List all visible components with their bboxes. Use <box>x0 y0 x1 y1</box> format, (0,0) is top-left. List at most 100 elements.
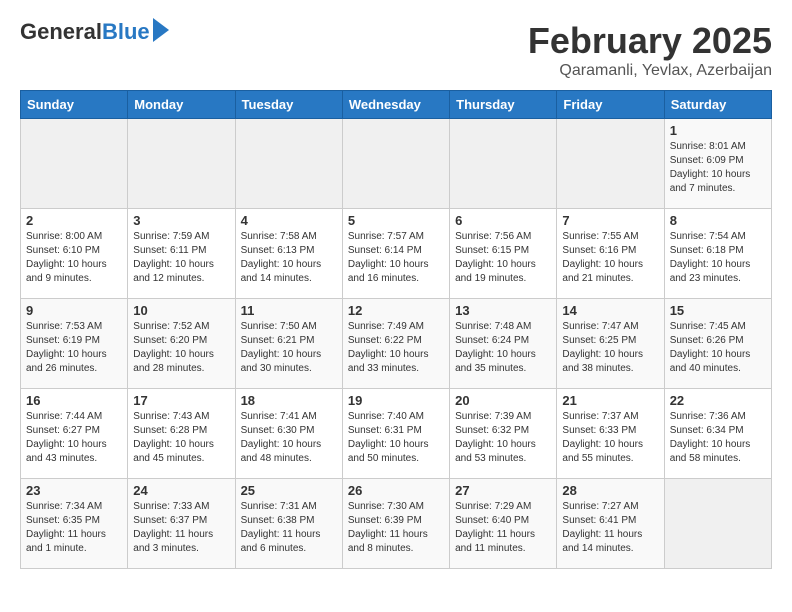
calendar-cell: 5 Sunrise: 7:57 AM Sunset: 6:14 PM Daylig… <box>342 209 449 299</box>
day-number: 14 <box>562 303 658 318</box>
day-info: Sunrise: 7:34 AM Sunset: 6:35 PM Dayligh… <box>26 500 122 556</box>
day-number: 3 <box>133 213 229 228</box>
day-number: 10 <box>133 303 229 318</box>
day-number: 28 <box>562 483 658 498</box>
day-info: Sunrise: 7:52 AM Sunset: 6:20 PM Dayligh… <box>133 320 229 376</box>
day-number: 17 <box>133 393 229 408</box>
calendar-cell: 18Sunrise: 7:41 AM Sunset: 6:30 PM Dayli… <box>235 389 342 479</box>
calendar-cell <box>450 119 557 209</box>
week-row-5: 23 Sunrise: 7:34 AM Sunset: 6:35 PM Dayli… <box>21 479 772 569</box>
day-info: Sunrise: 7:48 AM Sunset: 6:24 PM Dayligh… <box>455 320 551 376</box>
page-header: GeneralBlue February 2025 Qaramanli, Yev… <box>20 20 772 80</box>
day-number: 26 <box>348 483 444 498</box>
calendar-cell: 24 Sunrise: 7:33 AM Sunset: 6:37 PM Dayli… <box>128 479 235 569</box>
calendar-cell: 7 Sunrise: 7:55 AM Sunset: 6:16 PM Daylig… <box>557 209 664 299</box>
day-info: Sunrise: 7:39 AM Sunset: 6:32 PM Dayligh… <box>455 410 551 466</box>
day-number: 23 <box>26 483 122 498</box>
month-title: February 2025 <box>528 20 772 62</box>
calendar-cell <box>342 119 449 209</box>
calendar-cell: 3 Sunrise: 7:59 AM Sunset: 6:11 PM Daylig… <box>128 209 235 299</box>
day-number: 7 <box>562 213 658 228</box>
calendar-cell: 16 Sunrise: 7:44 AM Sunset: 6:27 PM Dayli… <box>21 389 128 479</box>
calendar-cell: 1Sunrise: 8:01 AM Sunset: 6:09 PM Daylig… <box>664 119 771 209</box>
day-number: 9 <box>26 303 122 318</box>
day-number: 24 <box>133 483 229 498</box>
calendar-cell <box>557 119 664 209</box>
day-info: Sunrise: 7:56 AM Sunset: 6:15 PM Dayligh… <box>455 230 551 286</box>
day-info: Sunrise: 7:29 AM Sunset: 6:40 PM Dayligh… <box>455 500 551 556</box>
calendar-cell: 12 Sunrise: 7:49 AM Sunset: 6:22 PM Dayli… <box>342 299 449 389</box>
day-info: Sunrise: 7:43 AM Sunset: 6:28 PM Dayligh… <box>133 410 229 466</box>
day-info: Sunrise: 7:27 AM Sunset: 6:41 PM Dayligh… <box>562 500 658 556</box>
calendar-cell: 11 Sunrise: 7:50 AM Sunset: 6:21 PM Dayli… <box>235 299 342 389</box>
day-number: 4 <box>241 213 337 228</box>
title-block: February 2025 Qaramanli, Yevlax, Azerbai… <box>528 20 772 80</box>
calendar-cell: 14 Sunrise: 7:47 AM Sunset: 6:25 PM Dayli… <box>557 299 664 389</box>
day-info: Sunrise: 7:49 AM Sunset: 6:22 PM Dayligh… <box>348 320 444 376</box>
calendar-cell: 23 Sunrise: 7:34 AM Sunset: 6:35 PM Dayli… <box>21 479 128 569</box>
day-info: Sunrise: 7:44 AM Sunset: 6:27 PM Dayligh… <box>26 410 122 466</box>
weekday-header-row: SundayMondayTuesdayWednesdayThursdayFrid… <box>21 91 772 119</box>
week-row-3: 9 Sunrise: 7:53 AM Sunset: 6:19 PM Daylig… <box>21 299 772 389</box>
day-info: Sunrise: 7:57 AM Sunset: 6:14 PM Dayligh… <box>348 230 444 286</box>
calendar-cell: 20 Sunrise: 7:39 AM Sunset: 6:32 PM Dayli… <box>450 389 557 479</box>
calendar-cell <box>235 119 342 209</box>
day-info: Sunrise: 8:00 AM Sunset: 6:10 PM Dayligh… <box>26 230 122 286</box>
calendar-cell: 8Sunrise: 7:54 AM Sunset: 6:18 PM Daylig… <box>664 209 771 299</box>
day-info: Sunrise: 7:58 AM Sunset: 6:13 PM Dayligh… <box>241 230 337 286</box>
day-number: 27 <box>455 483 551 498</box>
day-number: 5 <box>348 213 444 228</box>
calendar-cell: 21Sunrise: 7:37 AM Sunset: 6:33 PM Dayli… <box>557 389 664 479</box>
day-number: 19 <box>348 393 444 408</box>
calendar-cell: 28 Sunrise: 7:27 AM Sunset: 6:41 PM Dayli… <box>557 479 664 569</box>
day-info: Sunrise: 7:47 AM Sunset: 6:25 PM Dayligh… <box>562 320 658 376</box>
calendar-cell: 27 Sunrise: 7:29 AM Sunset: 6:40 PM Dayli… <box>450 479 557 569</box>
weekday-header-friday: Friday <box>557 91 664 119</box>
logo: GeneralBlue <box>20 20 169 44</box>
day-number: 2 <box>26 213 122 228</box>
day-info: Sunrise: 7:50 AM Sunset: 6:21 PM Dayligh… <box>241 320 337 376</box>
day-info: Sunrise: 7:54 AM Sunset: 6:18 PM Dayligh… <box>670 230 766 286</box>
day-number: 11 <box>241 303 337 318</box>
day-number: 20 <box>455 393 551 408</box>
day-number: 16 <box>26 393 122 408</box>
week-row-1: 1Sunrise: 8:01 AM Sunset: 6:09 PM Daylig… <box>21 119 772 209</box>
weekday-header-thursday: Thursday <box>450 91 557 119</box>
weekday-header-monday: Monday <box>128 91 235 119</box>
calendar-cell: 22Sunrise: 7:36 AM Sunset: 6:34 PM Dayli… <box>664 389 771 479</box>
calendar-cell: 6 Sunrise: 7:56 AM Sunset: 6:15 PM Daylig… <box>450 209 557 299</box>
week-row-4: 16 Sunrise: 7:44 AM Sunset: 6:27 PM Dayli… <box>21 389 772 479</box>
day-info: Sunrise: 7:33 AM Sunset: 6:37 PM Dayligh… <box>133 500 229 556</box>
calendar-cell: 17 Sunrise: 7:43 AM Sunset: 6:28 PM Dayli… <box>128 389 235 479</box>
calendar-cell <box>21 119 128 209</box>
calendar-cell: 19 Sunrise: 7:40 AM Sunset: 6:31 PM Dayli… <box>342 389 449 479</box>
weekday-header-saturday: Saturday <box>664 91 771 119</box>
day-number: 15 <box>670 303 766 318</box>
day-number: 6 <box>455 213 551 228</box>
day-info: Sunrise: 7:55 AM Sunset: 6:16 PM Dayligh… <box>562 230 658 286</box>
calendar-cell: 4 Sunrise: 7:58 AM Sunset: 6:13 PM Daylig… <box>235 209 342 299</box>
day-number: 22 <box>670 393 766 408</box>
calendar-cell <box>664 479 771 569</box>
day-info: Sunrise: 7:31 AM Sunset: 6:38 PM Dayligh… <box>241 500 337 556</box>
logo-arrow-icon <box>153 18 169 42</box>
day-info: Sunrise: 7:40 AM Sunset: 6:31 PM Dayligh… <box>348 410 444 466</box>
day-info: Sunrise: 7:37 AM Sunset: 6:33 PM Dayligh… <box>562 410 658 466</box>
day-info: Sunrise: 7:41 AM Sunset: 6:30 PM Dayligh… <box>241 410 337 466</box>
day-info: Sunrise: 7:53 AM Sunset: 6:19 PM Dayligh… <box>26 320 122 376</box>
day-info: Sunrise: 7:59 AM Sunset: 6:11 PM Dayligh… <box>133 230 229 286</box>
day-number: 1 <box>670 123 766 138</box>
logo-general-text: General <box>20 19 102 44</box>
weekday-header-sunday: Sunday <box>21 91 128 119</box>
weekday-header-tuesday: Tuesday <box>235 91 342 119</box>
day-info: Sunrise: 7:45 AM Sunset: 6:26 PM Dayligh… <box>670 320 766 376</box>
calendar-cell: 10 Sunrise: 7:52 AM Sunset: 6:20 PM Dayli… <box>128 299 235 389</box>
calendar-cell <box>128 119 235 209</box>
week-row-2: 2 Sunrise: 8:00 AM Sunset: 6:10 PM Daylig… <box>21 209 772 299</box>
day-info: Sunrise: 7:30 AM Sunset: 6:39 PM Dayligh… <box>348 500 444 556</box>
calendar-cell: 9 Sunrise: 7:53 AM Sunset: 6:19 PM Daylig… <box>21 299 128 389</box>
location-subtitle: Qaramanli, Yevlax, Azerbaijan <box>528 62 772 80</box>
calendar-table: SundayMondayTuesdayWednesdayThursdayFrid… <box>20 90 772 569</box>
calendar-cell: 25Sunrise: 7:31 AM Sunset: 6:38 PM Dayli… <box>235 479 342 569</box>
day-number: 12 <box>348 303 444 318</box>
